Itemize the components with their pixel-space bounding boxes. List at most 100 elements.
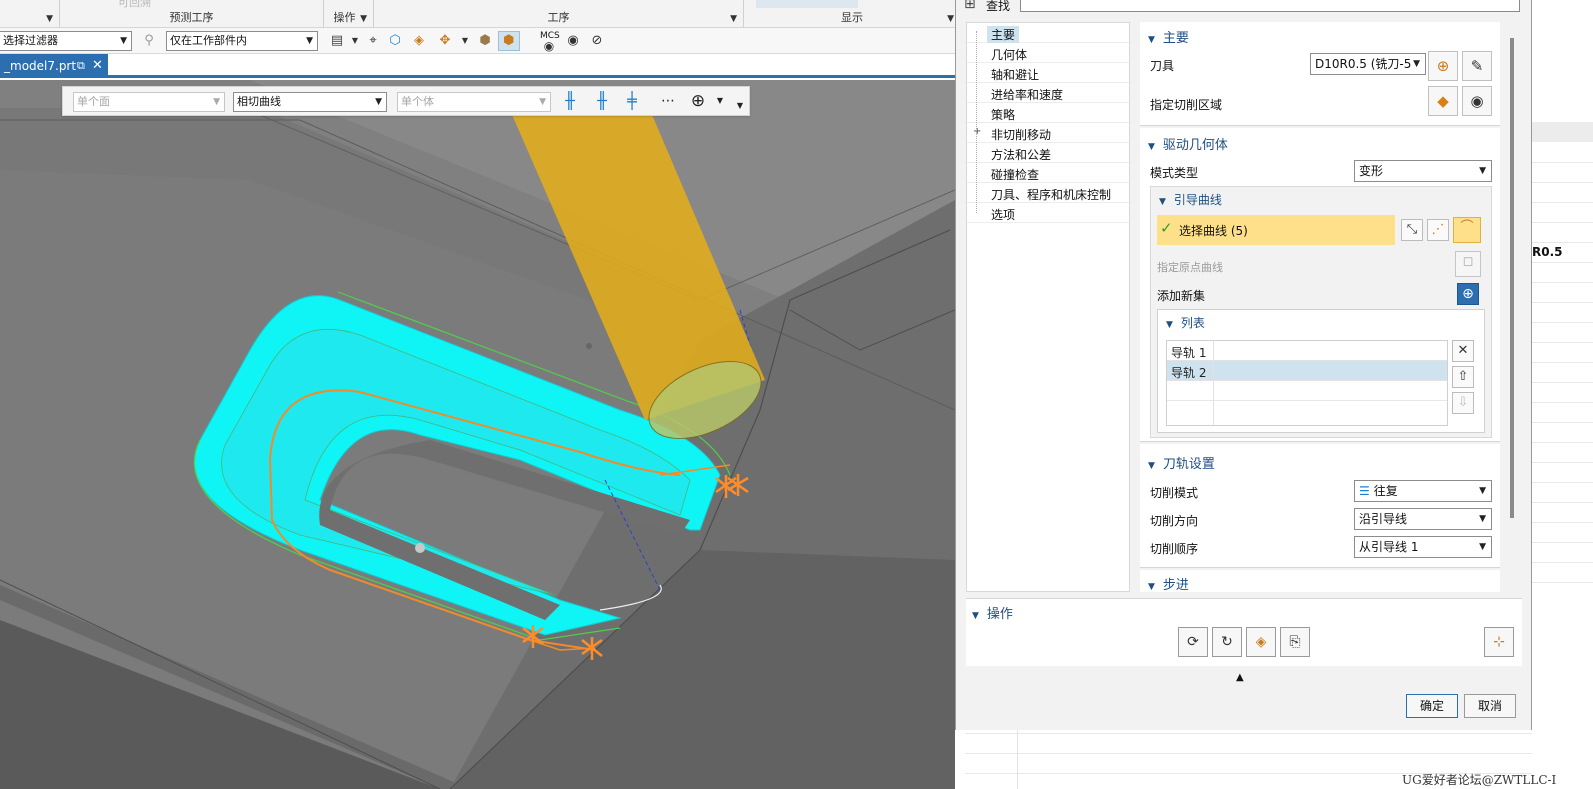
origin-curve-button[interactable]: ◻ xyxy=(1455,251,1481,277)
select-cut-area-button[interactable]: ◆ xyxy=(1428,86,1458,116)
edit-tool-button[interactable]: ✎ xyxy=(1462,51,1492,81)
snap-point-icon[interactable]: ✥ xyxy=(436,32,454,50)
cube-icon[interactable]: ⬢ xyxy=(476,32,494,50)
ribbon-group-predict[interactable]: 预测工序 xyxy=(60,0,324,28)
select-curve-row[interactable]: ✓ 选择曲线 (5) xyxy=(1157,215,1395,245)
verify-button[interactable]: ◈ xyxy=(1246,627,1276,657)
chevron-down-icon[interactable]: ▼ xyxy=(456,32,474,50)
model-scene xyxy=(0,80,955,789)
hide-icon[interactable]: ⊘ xyxy=(588,32,606,50)
eye-icon[interactable]: ◉ xyxy=(564,32,582,50)
list-item[interactable]: 导轨 2 xyxy=(1167,361,1447,381)
file-tab[interactable]: _model7.prt ⧉ ✕ xyxy=(0,54,108,78)
find-input[interactable] xyxy=(1020,0,1520,12)
chevron-down-icon[interactable]: ▼ xyxy=(730,14,737,24)
add-operation-button[interactable]: ⊹ xyxy=(1484,627,1514,657)
section-operations-header[interactable]: ▼ 操作 xyxy=(972,603,1013,622)
watermark: UG爱好者论坛@ZWTLLC-I xyxy=(1402,773,1557,787)
cancel-button[interactable]: 取消 xyxy=(1464,694,1516,718)
cut-pattern-dropdown[interactable]: ☰ 往复 ▼ xyxy=(1354,480,1492,502)
add-new-set-button[interactable]: ⊕ xyxy=(1457,283,1479,305)
section-stepover-header[interactable]: ▼ 步进 xyxy=(1148,574,1189,592)
tree-item-feeds[interactable]: 进给率和速度 xyxy=(967,83,1129,103)
tree-item-main[interactable]: 主要 xyxy=(967,23,1129,43)
chevron-down-icon[interactable]: ▼ xyxy=(46,14,53,24)
intersect-curve-icon[interactable]: ╫ xyxy=(561,92,579,110)
generate-button[interactable]: ⟳ xyxy=(1178,627,1208,657)
expand-dialog-icon[interactable]: ▲ xyxy=(1236,672,1244,683)
cut-pattern-value: 往复 xyxy=(1373,484,1398,498)
filter-icon[interactable]: ⚲ xyxy=(140,32,158,50)
chevron-down-icon[interactable]: ▼ xyxy=(346,32,364,50)
tree-item-collision[interactable]: 碰撞检查 xyxy=(967,163,1129,183)
origin-curve-icon: ◻ xyxy=(1462,254,1474,269)
tree-item-tool-control[interactable]: 刀具、程序和机床控制 xyxy=(967,183,1129,203)
list-empty-row xyxy=(1167,381,1447,401)
cut-order-label: 切削顺序 xyxy=(1150,542,1199,556)
list-item[interactable]: 导轨 1 xyxy=(1167,341,1447,361)
tangent-curve-icon[interactable]: ╪ xyxy=(623,92,641,110)
graphics-viewport[interactable] xyxy=(0,80,955,789)
chevron-down-icon[interactable]: ▼ xyxy=(360,14,367,24)
hexagon-icon[interactable]: ⬡ xyxy=(386,32,404,50)
close-icon[interactable]: ✕ xyxy=(92,54,103,78)
list-toolpath-button[interactable]: ⎘ xyxy=(1280,627,1310,657)
ribbon-group-operation[interactable]: 工序 ▼ xyxy=(374,0,744,28)
expand-icon[interactable]: + xyxy=(973,126,981,137)
crosshair-icon[interactable]: ⊕ xyxy=(689,92,707,110)
body-select-icon[interactable]: ◈ xyxy=(410,32,428,50)
guide-curves-header[interactable]: ▼ 引导曲线 xyxy=(1159,191,1222,208)
cut-order-dropdown[interactable]: 从引导线 1 ▼ xyxy=(1354,536,1492,558)
move-up-button[interactable]: ⇧ xyxy=(1452,366,1474,388)
new-tool-button[interactable]: ⊕ xyxy=(1428,51,1458,81)
ok-button[interactable]: 确定 xyxy=(1406,694,1458,718)
tree-item-options[interactable]: 选项 xyxy=(967,203,1129,223)
body-rule-dropdown[interactable]: 单个体 ▼ xyxy=(397,92,551,112)
section-toolpath-header[interactable]: ▼ 刀轨设置 xyxy=(1148,453,1215,472)
tree-item-tolerance[interactable]: 方法和公差 xyxy=(967,143,1129,163)
ribbon-group-ops[interactable]: 操作 ▼ xyxy=(324,0,374,28)
panel-scrollbar[interactable] xyxy=(1510,38,1514,518)
list-header[interactable]: ▼ 列表 xyxy=(1166,314,1205,331)
cut-direction-dropdown[interactable]: 沿引导线 ▼ xyxy=(1354,508,1492,530)
face-rule-dropdown[interactable]: 单个面 ▼ xyxy=(73,92,225,112)
display-cut-area-button[interactable]: ◉ xyxy=(1462,86,1492,116)
list-group: ▼ 列表 导轨 1 导轨 2 ✕ ⇧ ⇩ xyxy=(1157,309,1485,433)
point-dialog-button[interactable]: ⋰ xyxy=(1427,219,1449,241)
section-main-header[interactable]: ▼ 主要 xyxy=(1148,27,1189,46)
chevron-down-icon: ▼ xyxy=(120,36,127,46)
remove-button[interactable]: ✕ xyxy=(1452,340,1474,362)
curve-rule-value: 相切曲线 xyxy=(237,95,281,108)
component-select-icon[interactable]: ⌖ xyxy=(364,32,382,50)
grid-line xyxy=(1532,362,1593,363)
tree-item-geometry[interactable]: 几何体 xyxy=(967,43,1129,63)
tree-item-axis[interactable]: 轴和避让 xyxy=(967,63,1129,83)
replay-button[interactable]: ↻ xyxy=(1212,627,1242,657)
selection-options-icon[interactable]: ▤ xyxy=(328,32,346,50)
tree-item-label: 几何体 xyxy=(991,48,1028,62)
tree-item-strategy[interactable]: 策略 xyxy=(967,103,1129,123)
check-icon: ✓ xyxy=(1160,219,1173,237)
curve-select-button[interactable]: ⌒ xyxy=(1453,217,1481,243)
ribbon-group-display[interactable]: 显示 ▼ xyxy=(744,0,960,28)
scope-filter-dropdown[interactable]: 仅在工作部件内 ▼ xyxy=(166,31,318,51)
section-drive-header[interactable]: ▼ 驱动几何体 xyxy=(1148,134,1228,153)
type-filter-dropdown[interactable]: 选择过滤器 ▼ xyxy=(0,31,132,51)
reverse-direction-button[interactable]: ⤡ xyxy=(1401,219,1423,241)
chevron-down-icon[interactable]: ▼ xyxy=(947,14,954,24)
chevron-down-icon[interactable]: ▼ xyxy=(711,92,729,110)
collapse-icon: ▼ xyxy=(1166,320,1173,330)
split-curve-icon[interactable]: ╫ xyxy=(593,92,611,110)
active-toggle[interactable]: ⬢ xyxy=(498,31,520,51)
pattern-type-dropdown[interactable]: 变形 ▼ xyxy=(1354,160,1492,182)
popout-icon[interactable]: ⧉ xyxy=(77,54,85,78)
tree-item-noncutting[interactable]: + 非切削移动 xyxy=(967,123,1129,143)
more-icon[interactable]: ⋯ xyxy=(659,92,677,110)
tool-dropdown[interactable]: D10R0.5 (铣刀-5 ▼ xyxy=(1310,53,1426,75)
chevron-down-icon[interactable]: ▼ xyxy=(731,97,749,115)
move-down-button[interactable]: ⇩ xyxy=(1452,392,1474,414)
background-table: R0.5 xyxy=(1532,0,1593,789)
file-tab-strip: _model7.prt ⧉ ✕ xyxy=(0,54,960,78)
curve-rule-dropdown[interactable]: 相切曲线 ▼ xyxy=(233,92,387,112)
tree-item-label: 主要 xyxy=(987,26,1020,43)
